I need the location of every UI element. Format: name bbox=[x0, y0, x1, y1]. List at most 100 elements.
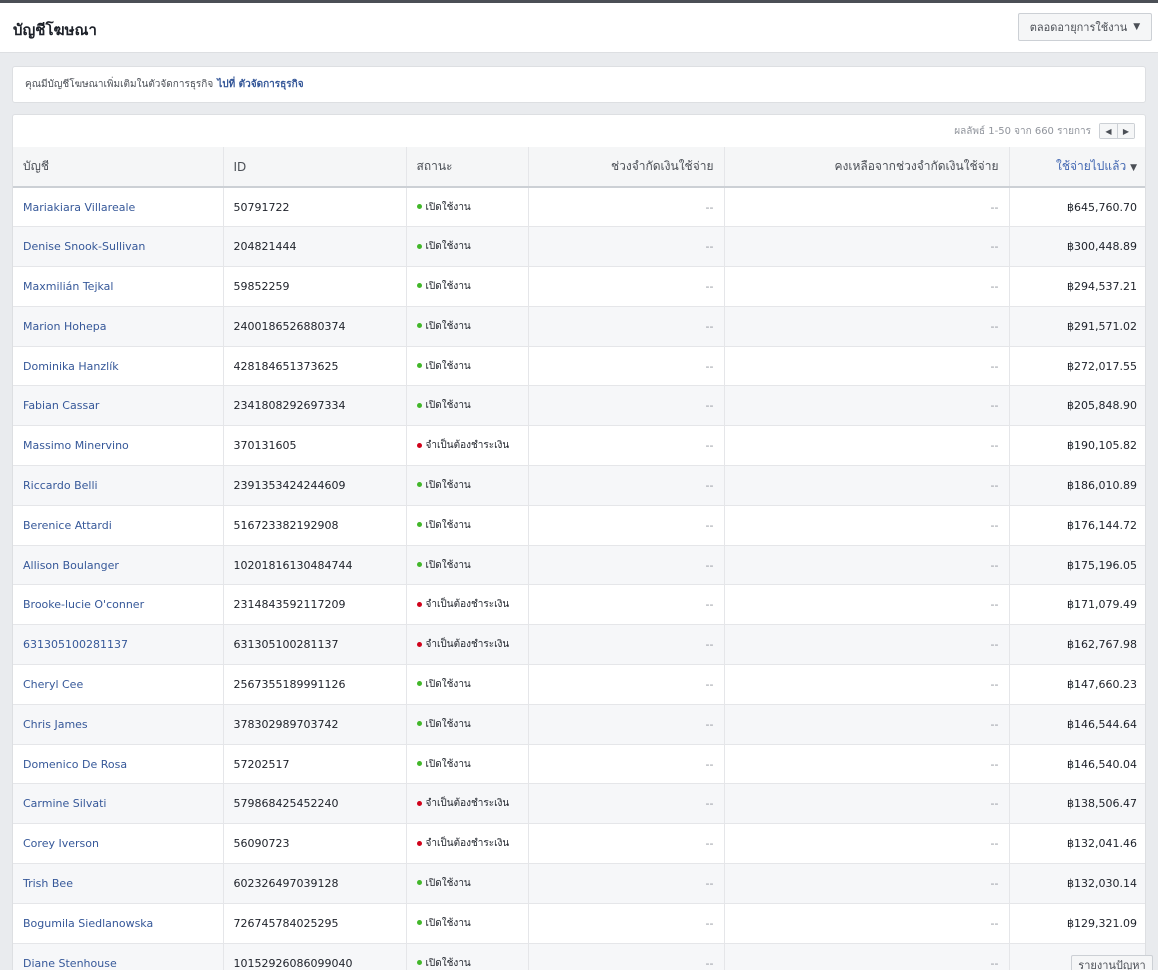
table-row: Marion Hohepa 2400186526880374 เปิดใช้งาน -… bbox=[13, 306, 1145, 347]
amount-spent: ฿146,540.04 bbox=[1009, 744, 1145, 785]
account-name-link[interactable]: Carmine Silvati bbox=[13, 783, 224, 825]
status-dot-icon bbox=[416, 243, 422, 249]
spending-limit: -- bbox=[528, 306, 725, 347]
status-label: เปิดใช้งาน bbox=[425, 320, 471, 332]
account-status: เปิดใช้งาน bbox=[406, 545, 529, 586]
remaining-limit: -- bbox=[724, 624, 1010, 666]
account-status: เปิดใช้งาน bbox=[406, 266, 529, 307]
status-dot-icon bbox=[416, 562, 422, 568]
sort-caret-icon: ▼ bbox=[1130, 163, 1137, 173]
spending-limit: -- bbox=[528, 903, 725, 944]
account-name-link[interactable]: Fabian Cassar bbox=[13, 385, 224, 427]
account-name-link[interactable]: Trish Bee bbox=[13, 863, 224, 904]
spending-limit: -- bbox=[528, 465, 725, 506]
status-dot-icon bbox=[416, 363, 422, 369]
status-dot-icon bbox=[416, 204, 422, 210]
date-range-dropdown[interactable]: ตลอดอายุการใช้งาน ▼ bbox=[1018, 13, 1152, 41]
remaining-limit: -- bbox=[724, 903, 1010, 944]
spending-limit: -- bbox=[528, 266, 725, 307]
remaining-limit: -- bbox=[724, 704, 1010, 745]
status-dot-icon bbox=[416, 402, 422, 408]
amount-spent: ฿175,196.05 bbox=[1009, 545, 1145, 586]
next-page-icon[interactable]: ▶ bbox=[1117, 124, 1134, 138]
account-name-link[interactable]: Massimo Minervino bbox=[13, 425, 224, 467]
table-row: Brooke-lucie O'conner 2314843592117209 จำเ… bbox=[13, 584, 1145, 626]
status-dot-icon bbox=[416, 761, 422, 767]
amount-spent: ฿132,030.14 bbox=[1009, 863, 1145, 904]
amount-spent: ฿132,041.46 bbox=[1009, 823, 1145, 865]
column-header-remaining[interactable]: คงเหลือจากช่วงจำกัดเงินใช้จ่าย bbox=[724, 147, 1010, 188]
table-row: Dominika Hanzlík 428184651373625 เปิดใช้งา… bbox=[13, 346, 1145, 387]
status-dot-icon bbox=[416, 442, 422, 448]
column-header-id[interactable]: ID bbox=[223, 147, 407, 188]
amount-spent: ฿147,660.23 bbox=[1009, 664, 1145, 705]
account-name-link[interactable]: Brooke-lucie O'conner bbox=[13, 584, 224, 626]
account-name-link[interactable]: Mariakiara Villareale bbox=[13, 187, 224, 228]
table-row: Diane Stenhouse 10152926086099040 เปิดใช้ง… bbox=[13, 943, 1145, 970]
amount-spent: ฿186,010.89 bbox=[1009, 465, 1145, 506]
table-row: Maxmilián Tejkal 59852259 เปิดใช้งาน -- -- ฿2… bbox=[13, 266, 1145, 307]
table-row: Denise Snook-Sullivan 204821444 เปิดใช้งาน… bbox=[13, 226, 1145, 268]
account-status: เปิดใช้งาน bbox=[406, 664, 529, 705]
pagination-bar: ผลลัพธ์ 1-50 จาก 660 รายการ ◀ ▶ bbox=[13, 115, 1145, 147]
status-label: เปิดใช้งาน bbox=[425, 400, 471, 412]
status-label: จำเป็นต้องชำระเงิน bbox=[425, 599, 510, 611]
account-id: 2391353424244609 bbox=[223, 465, 407, 506]
account-status: จำเป็นต้องชำระเงิน bbox=[406, 823, 529, 865]
spending-limit: -- bbox=[528, 744, 725, 785]
account-id: 579868425452240 bbox=[223, 783, 407, 825]
page-header: บัญชีโฆษณา ตลอดอายุการใช้งาน ▼ bbox=[0, 3, 1158, 53]
remaining-limit: -- bbox=[724, 545, 1010, 586]
account-id: 516723382192908 bbox=[223, 505, 407, 546]
remaining-limit: -- bbox=[724, 346, 1010, 387]
status-dot-icon bbox=[416, 323, 422, 329]
spending-limit: -- bbox=[528, 823, 725, 865]
report-problem-button[interactable]: รายงานปัญหา bbox=[1071, 955, 1153, 970]
account-name-link[interactable]: Diane Stenhouse bbox=[13, 943, 224, 970]
table-row: Cheryl Cee 2567355189991126 เปิดใช้งาน -- --… bbox=[13, 664, 1145, 705]
column-header-spending-limit[interactable]: ช่วงจำกัดเงินใช้จ่าย bbox=[528, 147, 725, 188]
account-name-link[interactable]: Chris James bbox=[13, 704, 224, 745]
column-header-account[interactable]: บัญชี bbox=[13, 147, 224, 188]
spending-limit: -- bbox=[528, 943, 725, 970]
account-name-link[interactable]: Corey Iverson bbox=[13, 823, 224, 865]
business-manager-link[interactable]: ไปที่ ตัวจัดการธุรกิจ bbox=[217, 77, 303, 92]
spending-limit: -- bbox=[528, 704, 725, 745]
table-row: Massimo Minervino 370131605 จำเป็นต้องชำระ… bbox=[13, 425, 1145, 467]
account-status: เปิดใช้งาน bbox=[406, 385, 529, 427]
account-status: เปิดใช้งาน bbox=[406, 306, 529, 347]
spending-limit: -- bbox=[528, 505, 725, 546]
table-row: Mariakiara Villareale 50791722 เปิดใช้งาน -… bbox=[13, 187, 1145, 228]
account-name-link[interactable]: Bogumila Siedlanowska bbox=[13, 903, 224, 944]
account-name-link[interactable]: Berenice Attardi bbox=[13, 505, 224, 546]
account-name-link[interactable]: Marion Hohepa bbox=[13, 306, 224, 347]
column-header-amount-spent[interactable]: ใช้จ่ายไปแล้ว ▼ bbox=[1009, 147, 1145, 188]
account-name-link[interactable]: 631305100281137 bbox=[13, 624, 224, 666]
account-name-link[interactable]: Domenico De Rosa bbox=[13, 744, 224, 785]
pagination-controls: ◀ ▶ bbox=[1099, 123, 1135, 139]
page-title: บัญชีโฆษณา bbox=[13, 21, 97, 39]
account-name-link[interactable]: Denise Snook-Sullivan bbox=[13, 226, 224, 268]
account-name-link[interactable]: Riccardo Belli bbox=[13, 465, 224, 506]
remaining-limit: -- bbox=[724, 863, 1010, 904]
status-dot-icon bbox=[416, 283, 422, 289]
prev-page-icon[interactable]: ◀ bbox=[1100, 124, 1117, 138]
account-id: 2567355189991126 bbox=[223, 664, 407, 705]
account-name-link[interactable]: Maxmilián Tejkal bbox=[13, 266, 224, 307]
account-status: เปิดใช้งาน bbox=[406, 943, 529, 970]
amount-spent: ฿272,017.55 bbox=[1009, 346, 1145, 387]
account-id: 204821444 bbox=[223, 226, 407, 268]
account-id: 56090723 bbox=[223, 823, 407, 865]
spending-limit: -- bbox=[528, 545, 725, 586]
column-header-status[interactable]: สถานะ bbox=[406, 147, 529, 188]
account-status: เปิดใช้งาน bbox=[406, 744, 529, 785]
account-name-link[interactable]: Cheryl Cee bbox=[13, 664, 224, 705]
account-name-link[interactable]: Allison Boulanger bbox=[13, 545, 224, 586]
account-name-link[interactable]: Dominika Hanzlík bbox=[13, 346, 224, 387]
table-row: Trish Bee 602326497039128 เปิดใช้งาน -- -- ฿1… bbox=[13, 863, 1145, 904]
amount-spent: ฿162,767.98 bbox=[1009, 624, 1145, 666]
status-label: เปิดใช้งาน bbox=[425, 718, 471, 730]
amount-spent: ฿146,544.64 bbox=[1009, 704, 1145, 745]
account-id: 602326497039128 bbox=[223, 863, 407, 904]
amount-spent: ฿291,571.02 bbox=[1009, 306, 1145, 347]
